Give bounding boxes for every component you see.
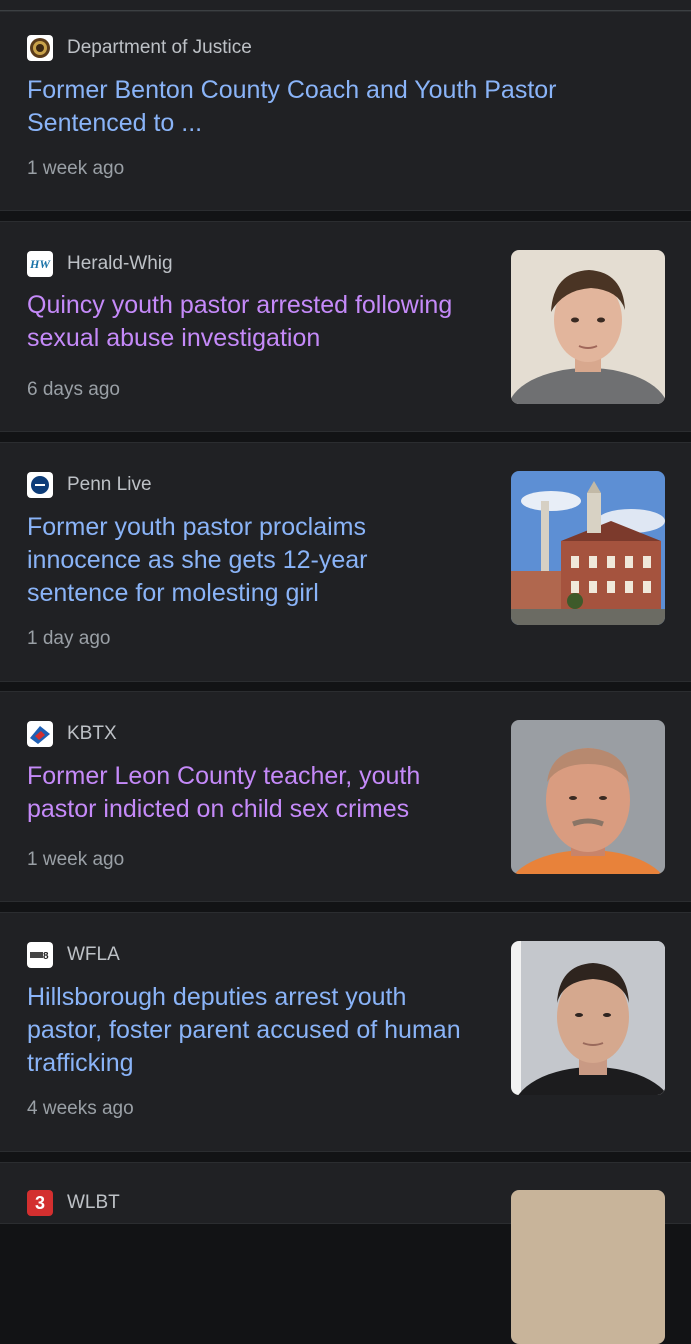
publish-time: 1 week ago: [27, 849, 125, 870]
wlbt-logo-text: 3: [34, 1192, 45, 1213]
source-name: KBTX: [67, 723, 117, 744]
source-name: Penn Live: [67, 474, 152, 495]
source-row: 8 WFLA: [27, 942, 120, 968]
headline-link[interactable]: Hillsborough deputies arrest youth pasto…: [27, 981, 467, 1080]
publish-time: 6 days ago: [27, 379, 120, 400]
herald-whig-logo-text: HW: [29, 256, 50, 271]
thumbnail-image[interactable]: [511, 1190, 665, 1344]
headline-link[interactable]: Former youth pastor proclaims innocence …: [27, 511, 467, 610]
wfla-logo-icon: 8: [27, 942, 53, 968]
source-name: Herald-Whig: [67, 253, 173, 274]
news-card-wfla[interactable]: 8 WFLA Hillsborough deputies arrest yout…: [0, 912, 691, 1152]
publish-time: 4 weeks ago: [27, 1098, 134, 1119]
kbtx-logo-icon: [27, 721, 53, 747]
thumbnail-image[interactable]: [511, 941, 665, 1095]
thumbnail-image[interactable]: [511, 471, 665, 625]
herald-whig-logo-icon: HW: [27, 251, 53, 277]
thumbnail-image[interactable]: [511, 250, 665, 404]
publish-time: 1 week ago: [27, 158, 125, 179]
news-card-kbtx[interactable]: KBTX Former Leon County teacher, youth p…: [0, 691, 691, 902]
source-name: Department of Justice: [67, 37, 252, 58]
source-row: 3 WLBT: [27, 1190, 120, 1216]
headline-link[interactable]: Quincy youth pastor arrested following s…: [27, 289, 487, 355]
wlbt-logo-icon: 3: [27, 1190, 53, 1216]
source-row: Department of Justice: [27, 35, 252, 61]
news-card-wlbt[interactable]: 3 WLBT: [0, 1162, 691, 1344]
top-divider: [0, 0, 691, 11]
news-card-herald-whig[interactable]: HW Herald-Whig Quincy youth pastor arres…: [0, 221, 691, 432]
source-name: WLBT: [67, 1192, 120, 1213]
source-row: HW Herald-Whig: [27, 251, 173, 277]
news-card-doj[interactable]: Department of Justice Former Benton Coun…: [0, 11, 691, 211]
source-row: KBTX: [27, 721, 117, 747]
svg-text:8: 8: [43, 951, 49, 962]
thumbnail-image[interactable]: [511, 720, 665, 874]
headline-link[interactable]: Former Benton County Coach and Youth Pas…: [27, 74, 627, 140]
source-name: WFLA: [67, 944, 120, 965]
doj-seal-icon: [27, 35, 53, 61]
news-card-penn-live[interactable]: Penn Live Former youth pastor proclaims …: [0, 442, 691, 682]
source-row: Penn Live: [27, 472, 152, 498]
headline-link[interactable]: Former Leon County teacher, youth pastor…: [27, 760, 467, 826]
publish-time: 1 day ago: [27, 628, 111, 649]
penn-live-logo-icon: [27, 472, 53, 498]
